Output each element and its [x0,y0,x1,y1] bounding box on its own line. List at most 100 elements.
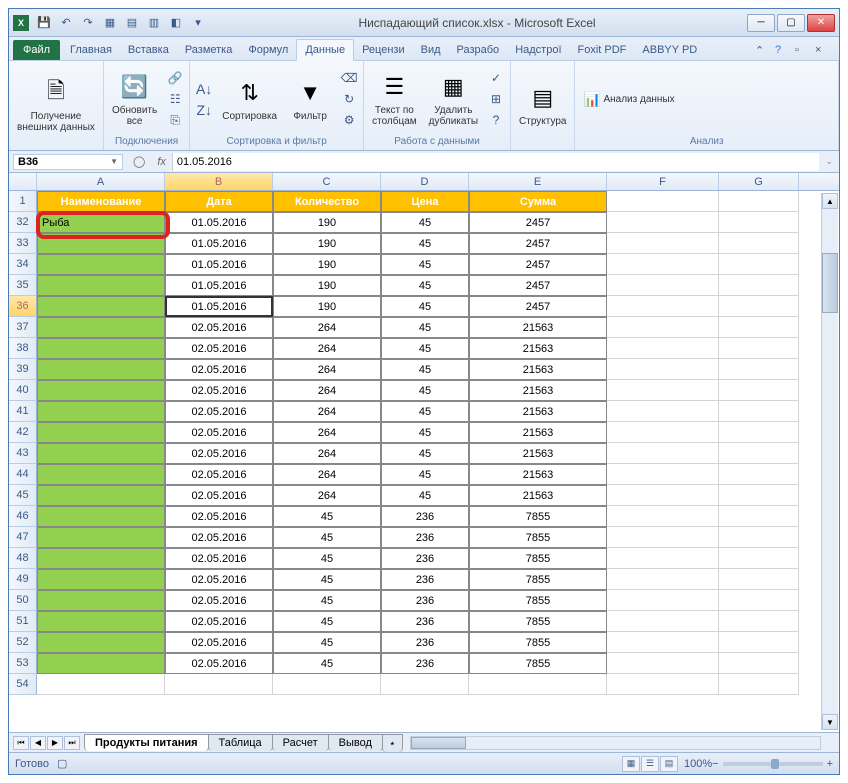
cell[interactable] [719,569,799,590]
cell[interactable]: 21563 [469,401,607,422]
new-sheet-icon[interactable]: ⋆ [382,734,403,752]
cell[interactable] [719,632,799,653]
cell[interactable]: 21563 [469,317,607,338]
sort-asc-icon[interactable]: A↓ [194,79,214,99]
cell[interactable] [607,485,719,506]
cell[interactable]: 02.05.2016 [165,653,273,674]
sheet-nav-prev-icon[interactable]: ◀ [30,736,46,750]
cell[interactable]: 190 [273,275,381,296]
cell[interactable] [607,569,719,590]
cell[interactable] [607,191,719,212]
cell[interactable] [37,485,165,506]
cell[interactable] [719,611,799,632]
table-header-cell[interactable]: Сумма [469,191,607,212]
cell[interactable] [37,527,165,548]
cell[interactable]: 01.05.2016 [165,296,273,317]
cell[interactable] [719,422,799,443]
cell[interactable] [37,359,165,380]
col-header-g[interactable]: G [719,173,799,190]
sheet-tab[interactable]: Расчет [272,734,329,751]
cell[interactable]: 7855 [469,611,607,632]
help-icon[interactable]: ? [775,44,791,60]
cell[interactable] [37,632,165,653]
row-header[interactable]: 53 [9,653,37,674]
remove-duplicates-button[interactable]: ▦ Удалить дубликаты [425,69,482,129]
sheet-tab[interactable]: Продукты питания [84,734,209,751]
cell[interactable]: 21563 [469,380,607,401]
cell[interactable]: 190 [273,233,381,254]
cell[interactable] [469,674,607,695]
cell[interactable]: 264 [273,464,381,485]
row-header[interactable]: 44 [9,464,37,485]
maximize-button[interactable]: ▢ [777,14,805,32]
zoom-out-icon[interactable]: − [712,758,718,770]
cell[interactable] [607,674,719,695]
row-header[interactable]: 1 [9,191,37,212]
cell[interactable] [719,485,799,506]
cell[interactable]: 01.05.2016 [165,254,273,275]
cell[interactable] [607,401,719,422]
file-tab[interactable]: Файл [13,40,60,60]
cell[interactable]: 21563 [469,422,607,443]
cell[interactable] [719,191,799,212]
cell[interactable]: 45 [381,443,469,464]
cell[interactable]: 7855 [469,527,607,548]
cell[interactable] [719,317,799,338]
sort-button[interactable]: ⇅ Сортировка [218,75,281,124]
cell[interactable] [607,632,719,653]
cell[interactable] [607,275,719,296]
scroll-down-icon[interactable]: ▼ [822,714,838,730]
data-analysis-button[interactable]: 📊 Анализ данных [579,88,678,110]
redo-icon[interactable]: ↷ [79,14,97,32]
cell[interactable]: 02.05.2016 [165,590,273,611]
row-header[interactable]: 49 [9,569,37,590]
whatif-icon[interactable]: ? [486,110,506,130]
cell[interactable]: 02.05.2016 [165,506,273,527]
cell[interactable]: 2457 [469,275,607,296]
cell[interactable] [719,548,799,569]
cell[interactable] [719,401,799,422]
cell[interactable] [607,653,719,674]
tab-abbyy[interactable]: ABBYY PD [634,40,705,60]
cell[interactable] [607,212,719,233]
refresh-all-button[interactable]: 🔄 Обновить все [108,69,161,129]
reapply-icon[interactable]: ↻ [339,89,359,109]
cell[interactable]: 264 [273,380,381,401]
table-header-cell[interactable]: Цена [381,191,469,212]
tab-developer[interactable]: Разрабо [449,40,508,60]
cell[interactable]: 02.05.2016 [165,338,273,359]
name-box-dropdown-icon[interactable]: ▼ [110,157,118,166]
text-to-columns-button[interactable]: ☰ Текст по столбцам [368,69,421,129]
cell[interactable]: 236 [381,590,469,611]
cell[interactable]: 21563 [469,338,607,359]
cell[interactable]: 02.05.2016 [165,422,273,443]
minimize-button[interactable]: ─ [747,14,775,32]
cell[interactable] [37,548,165,569]
cell[interactable] [381,674,469,695]
cell[interactable]: 02.05.2016 [165,485,273,506]
cell[interactable] [37,401,165,422]
row-header[interactable]: 45 [9,485,37,506]
cell[interactable]: 01.05.2016 [165,212,273,233]
cell[interactable]: 7855 [469,632,607,653]
filter-button[interactable]: ▼ Фильтр [285,75,335,124]
cell[interactable]: 45 [381,422,469,443]
cell[interactable] [37,422,165,443]
tab-foxit[interactable]: Foxit PDF [570,40,635,60]
cell[interactable]: 45 [273,590,381,611]
cell[interactable]: 21563 [469,464,607,485]
cell[interactable] [719,506,799,527]
cell[interactable]: 45 [381,401,469,422]
cell[interactable] [719,212,799,233]
cell[interactable]: 264 [273,401,381,422]
cell[interactable]: 02.05.2016 [165,611,273,632]
cell[interactable] [607,527,719,548]
cell[interactable]: 264 [273,443,381,464]
circle-icon[interactable]: ◯ [133,155,145,168]
cell[interactable] [37,611,165,632]
cell[interactable]: 45 [381,212,469,233]
cell[interactable] [719,338,799,359]
row-header[interactable]: 47 [9,527,37,548]
tab-formulas[interactable]: Формул [240,40,296,60]
worksheet-grid[interactable]: A B C D E F G 1НаименованиеДатаКоличеств… [9,173,839,732]
